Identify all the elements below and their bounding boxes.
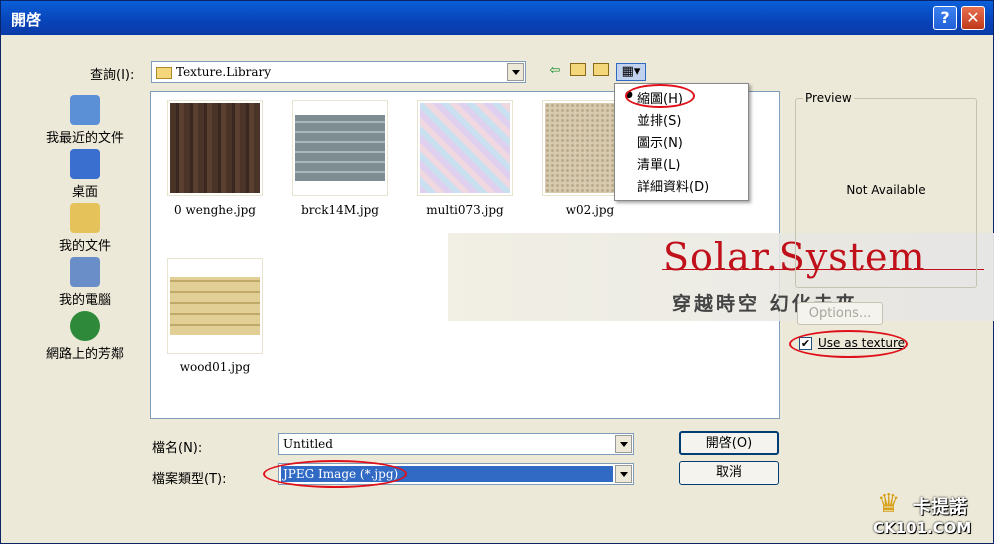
place-label: 我的文件 [58,239,111,254]
site-badge: ♛ 卡提諾 CK101.COM [873,487,991,539]
recent-documents-icon [70,95,100,125]
help-button[interactable]: ? [933,6,957,30]
filename-dropdown-button[interactable] [615,435,632,453]
place-network[interactable]: 網路上的芳鄰 [31,311,139,362]
filetype-label: 檔案類型(T): [152,472,227,487]
filename-combo[interactable]: Untitled [278,433,634,455]
place-label: 桌面 [71,185,98,200]
cancel-button[interactable]: 取消 [679,461,779,485]
place-label: 我的電腦 [58,293,111,308]
preview-status: Not Available [846,183,926,197]
lookin-combo[interactable]: Texture.Library [151,61,526,83]
folder-icon [156,67,172,79]
annotation-circle [263,460,407,488]
filetype-dropdown-button[interactable] [615,465,632,483]
badge-top-text: 卡提諾 [913,497,967,518]
plaid-texture-image [420,103,510,193]
menu-item-list[interactable]: 清單(L) [637,154,680,173]
annotation-circle [625,84,695,108]
lookin-value: Texture.Library [176,65,272,79]
file-name[interactable]: multi073.jpg [405,203,525,217]
open-dialog: 開啓 ? ✕ 查詢(I): Texture.Library ⇦ ▦▾ 我最近的文… [0,0,994,544]
open-button[interactable]: 開啓(O) [679,431,779,455]
filename-value: Untitled [283,437,333,451]
options-button[interactable]: Options... [797,302,883,325]
lookin-label: 查詢(I): [90,68,135,83]
place-label: 我最近的文件 [45,131,124,146]
dialog-title: 開啓 [11,11,42,29]
place-label: 網路上的芳鄰 [45,347,124,362]
file-name[interactable]: brck14M.jpg [280,203,400,217]
menu-item-details[interactable]: 詳細資料(D) [637,176,709,195]
new-folder-icon[interactable] [592,63,610,79]
network-icon [70,311,100,341]
badge-bottom-text: CK101.COM [873,519,972,537]
my-documents-icon [70,203,100,233]
title-bar[interactable]: 開啓 ? ✕ [1,1,993,35]
thumbnail[interactable] [167,258,263,354]
file-name[interactable]: w02.jpg [530,203,650,217]
wood-texture-image [170,103,260,193]
place-desktop[interactable]: 桌面 [31,149,139,200]
place-my-documents[interactable]: 我的文件 [31,203,139,254]
place-recent[interactable]: 我最近的文件 [31,95,139,146]
filename-label: 檔名(N): [152,441,203,456]
place-my-computer[interactable]: 我的電腦 [31,257,139,308]
file-name[interactable]: 0 wenghe.jpg [155,203,275,217]
annotation-circle [789,330,908,358]
view-menu-icon[interactable]: ▦▾ [616,63,646,81]
thumbnail[interactable] [167,100,263,196]
desktop-icon [70,149,100,179]
brick-texture-image [295,115,385,181]
menu-item-icons[interactable]: 圖示(N) [637,132,683,151]
file-name[interactable]: wood01.jpg [155,360,275,374]
preview-label: Preview [803,91,854,105]
lookin-dropdown-button[interactable] [507,63,524,81]
thumbnail[interactable] [417,100,513,196]
thumbnail[interactable] [292,100,388,196]
back-arrow-icon[interactable]: ⇦ [546,63,564,79]
my-computer-icon [70,257,100,287]
menu-item-tiles[interactable]: 並排(S) [637,110,681,129]
close-button[interactable]: ✕ [961,6,985,30]
wood-plank-texture-image [170,277,260,335]
up-folder-icon[interactable] [569,63,587,79]
crown-icon: ♛ [877,489,901,519]
